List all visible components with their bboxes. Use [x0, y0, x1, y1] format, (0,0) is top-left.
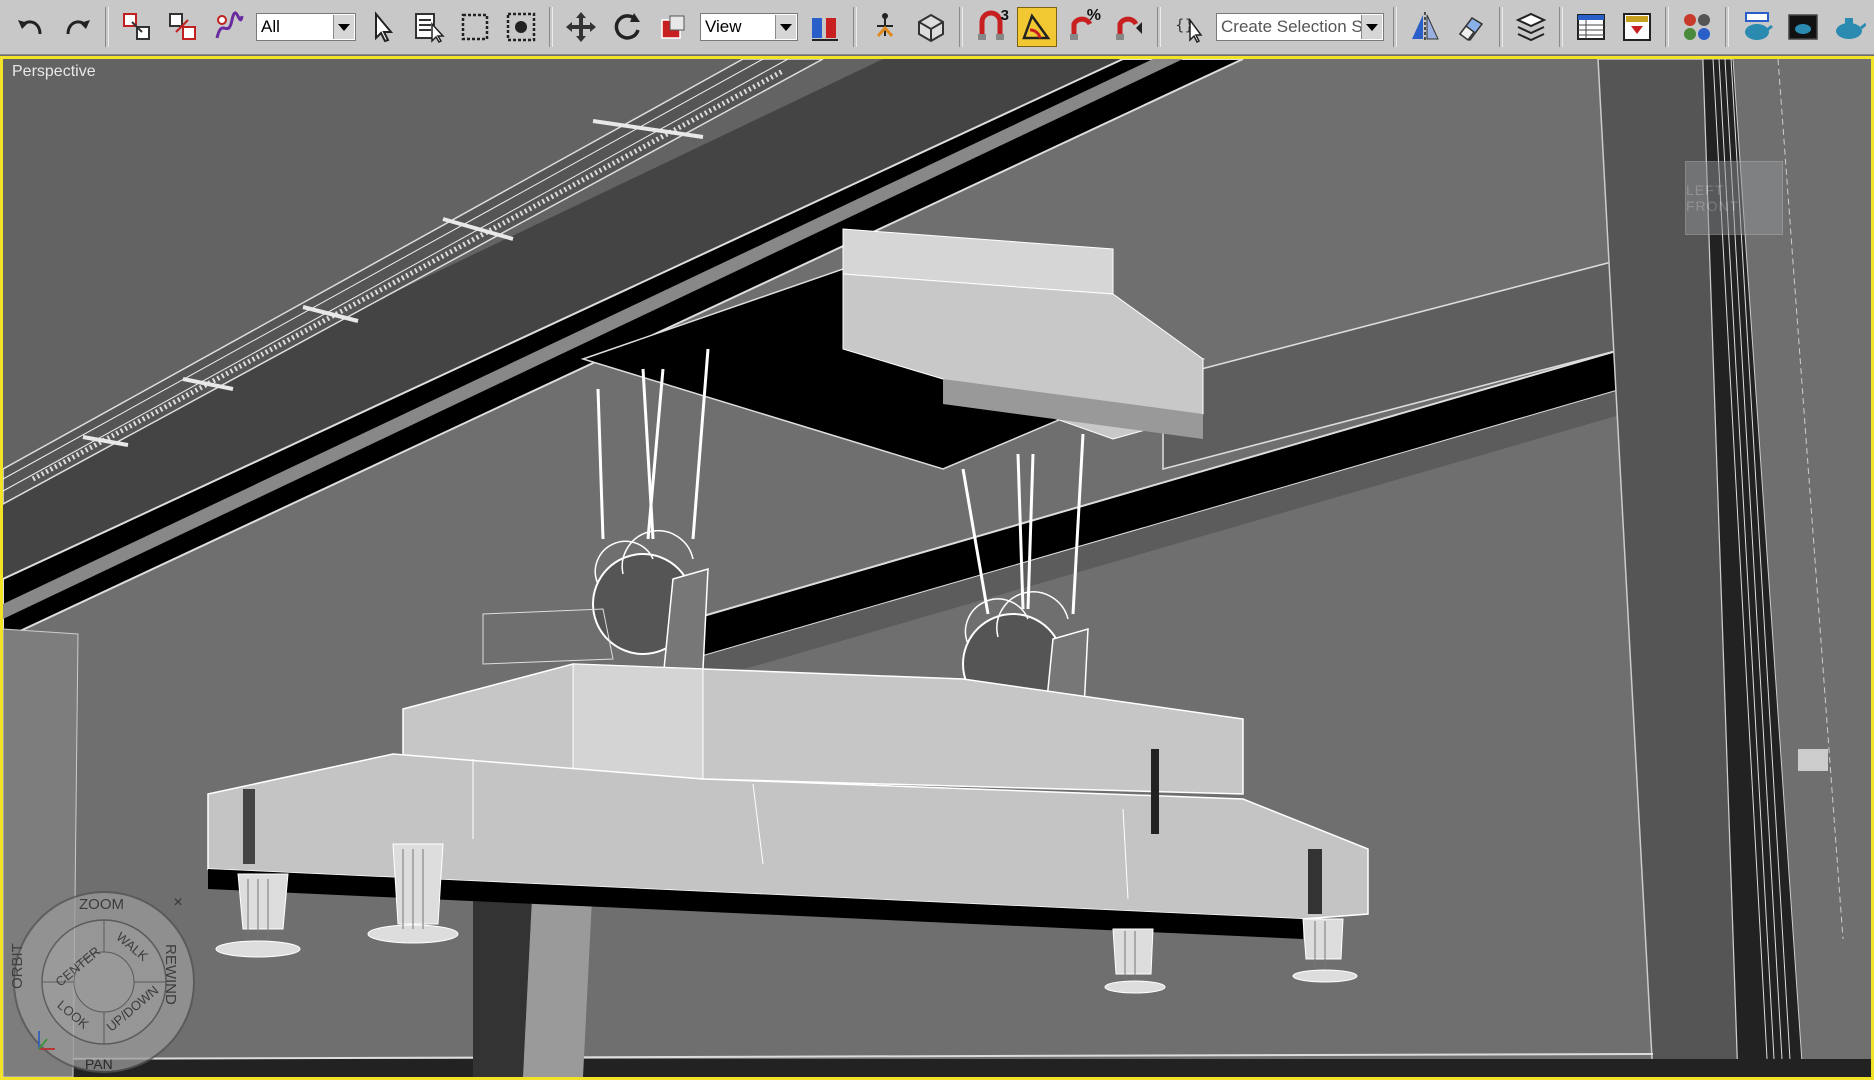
toolbar-separator	[853, 7, 857, 47]
reference-coordinate-value: View	[705, 17, 742, 36]
toolbar-separator	[959, 7, 963, 47]
reference-coordinate-dropdown[interactable]: View	[700, 13, 798, 41]
redo-icon[interactable]	[57, 7, 97, 47]
toolbar-separator	[1499, 7, 1503, 47]
wheel-zoom[interactable]: ZOOM	[79, 896, 124, 913]
keyboard-shortcut-override-icon[interactable]	[911, 7, 951, 47]
perspective-viewport[interactable]: Perspective LEFT FRONT ZOOM ORBIT REWIND…	[0, 56, 1874, 1080]
scale-icon[interactable]	[653, 7, 693, 47]
toolbar-separator	[1665, 7, 1669, 47]
undo-icon[interactable]	[11, 7, 51, 47]
select-and-link-icon[interactable]	[117, 7, 157, 47]
toolbar-separator	[105, 7, 109, 47]
percent-snap-toggle-icon[interactable]: %	[1063, 7, 1103, 47]
rectangular-selection-region-icon[interactable]	[455, 7, 495, 47]
window-crossing-icon[interactable]	[501, 7, 541, 47]
angle-snap-toggle-icon[interactable]	[1017, 7, 1057, 47]
rendered-frame-window-icon[interactable]	[1783, 7, 1823, 47]
render-setup-icon[interactable]	[1737, 7, 1777, 47]
bind-to-space-warp-icon[interactable]	[209, 7, 249, 47]
toolbar-separator	[549, 7, 553, 47]
chevron-down-icon	[1361, 15, 1382, 39]
toolbar-separator	[1393, 7, 1397, 47]
axis-tripod-icon	[38, 1031, 55, 1050]
pivot-center-icon[interactable]	[805, 7, 845, 47]
unlink-selection-icon[interactable]	[163, 7, 203, 47]
named-selection-set-dropdown[interactable]: Create Selection Set	[1216, 13, 1384, 41]
select-by-name-icon[interactable]	[409, 7, 449, 47]
selection-filter-value: All	[261, 17, 280, 36]
scene-explorer-icon[interactable]	[1571, 7, 1611, 47]
chevron-down-icon	[333, 15, 354, 39]
toolbar-separator	[1559, 7, 1563, 47]
snap-dimension-label: 3	[1000, 7, 1009, 24]
close-icon[interactable]: ×	[169, 894, 187, 912]
viewcube-face[interactable]: LEFT FRONT	[1685, 161, 1783, 235]
ribbon-toggle-icon[interactable]	[1617, 7, 1657, 47]
snaps-toggle-icon[interactable]: 3	[971, 7, 1011, 47]
edit-named-selection-icon[interactable]: {}	[1169, 7, 1209, 47]
toolbar-separator	[1157, 7, 1161, 47]
scene-wireframe	[3, 59, 1871, 1077]
percent-snap-label: %	[1086, 7, 1101, 24]
selection-filter-dropdown[interactable]: All	[256, 13, 356, 41]
mirror-icon[interactable]	[1405, 7, 1445, 47]
rotate-icon[interactable]	[607, 7, 647, 47]
manipulate-icon[interactable]	[865, 7, 905, 47]
main-toolbar: All View 3 % {} Create Selection Set	[0, 0, 1874, 55]
wheel-pan[interactable]: PAN	[85, 1056, 113, 1072]
render-production-icon[interactable]	[1829, 7, 1869, 47]
material-editor-icon[interactable]	[1677, 7, 1717, 47]
spinner-snap-toggle-icon[interactable]	[1109, 7, 1149, 47]
viewcube[interactable]: LEFT FRONT	[1683, 151, 1793, 243]
layer-manager-icon[interactable]	[1511, 7, 1551, 47]
toolbar-separator	[1725, 7, 1729, 47]
move-icon[interactable]	[561, 7, 601, 47]
chevron-down-icon	[775, 15, 796, 39]
named-selection-set-placeholder: Create Selection Set	[1221, 17, 1377, 36]
wheel-rewind[interactable]: REWIND	[162, 944, 179, 1005]
align-icon[interactable]	[1451, 7, 1491, 47]
select-object-icon[interactable]	[363, 7, 403, 47]
steering-wheel[interactable]: ZOOM ORBIT REWIND CENTER WALK LOOK UP/DO…	[9, 889, 197, 1075]
wheel-orbit[interactable]: ORBIT	[9, 943, 26, 989]
viewport-label[interactable]: Perspective	[12, 63, 96, 81]
